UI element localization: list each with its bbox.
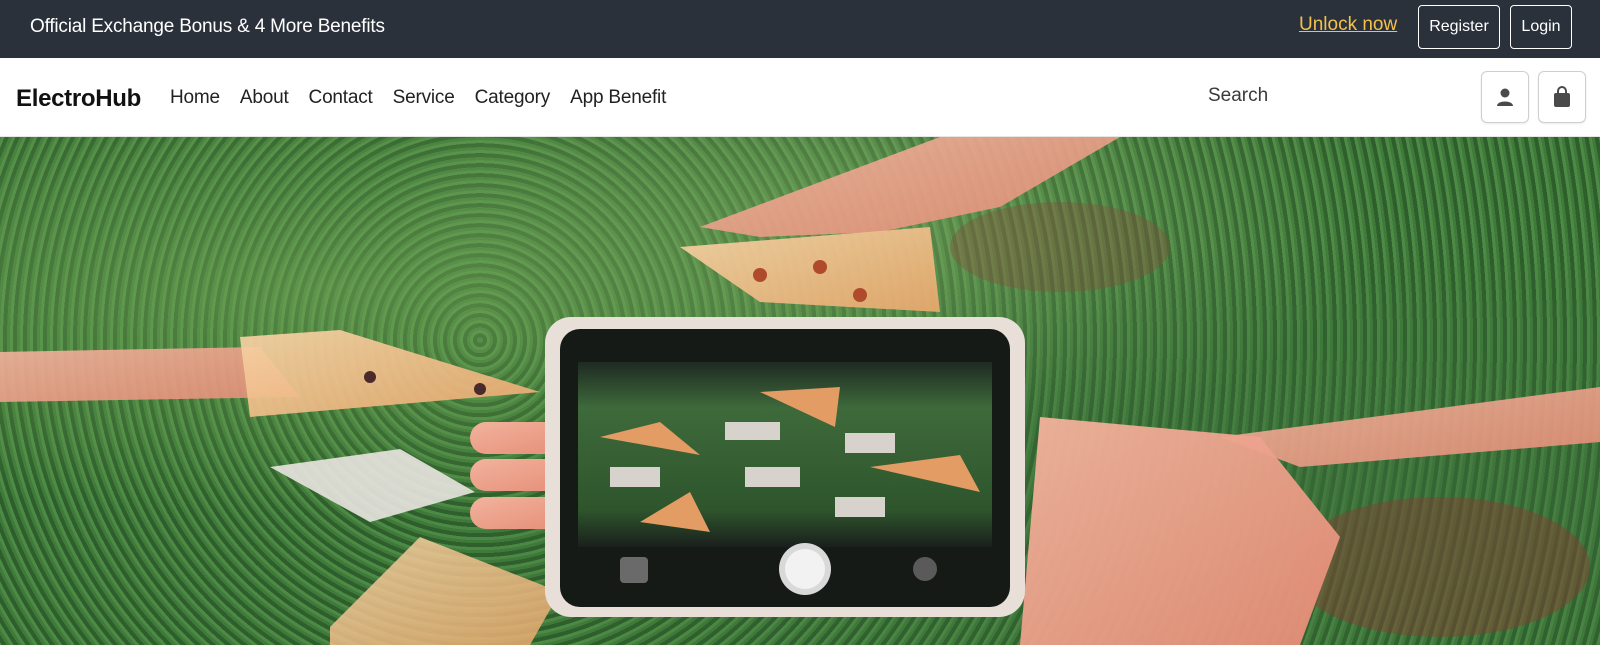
register-button[interactable]: Register [1418,5,1500,49]
cart-button[interactable] [1538,71,1586,123]
user-icon [1497,88,1513,106]
promo-bar: Official Exchange Bonus & 4 More Benefit… [0,0,1600,58]
nav-link-category[interactable]: Category [475,87,551,109]
nav-link-home[interactable]: Home [170,87,220,109]
promo-message: Official Exchange Bonus & 4 More Benefit… [30,16,385,37]
nav-link-about[interactable]: About [240,87,289,109]
main-navbar: ElectroHub Home About Contact Service Ca… [0,58,1600,137]
hero-banner [0,137,1600,645]
login-button[interactable]: Login [1510,5,1572,49]
hero-photo [0,137,1600,645]
unlock-now-link[interactable]: Unlock now [1299,14,1397,36]
nav-link-service[interactable]: Service [393,87,455,109]
brand-logo[interactable]: ElectroHub [16,85,141,113]
nav-links: Home About Contact Service Category App … [170,87,666,109]
account-button[interactable] [1481,71,1529,123]
shopping-bag-icon [1554,86,1570,107]
nav-link-app-benefit[interactable]: App Benefit [570,87,666,109]
nav-link-contact[interactable]: Contact [309,87,373,109]
search-input[interactable] [1198,72,1452,120]
